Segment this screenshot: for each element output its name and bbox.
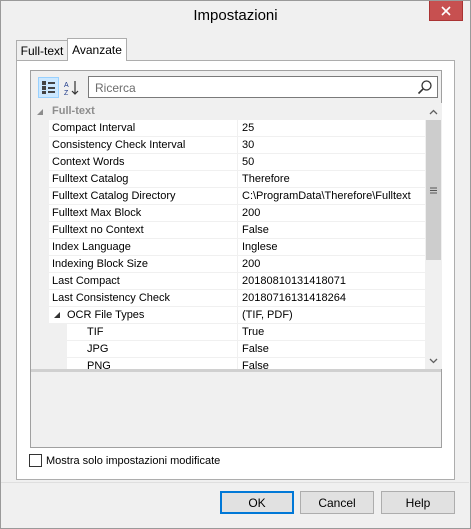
category-row-full-text[interactable]: Full-text [31, 103, 425, 120]
show-modified-only-option[interactable]: Mostra solo impostazioni modificate [29, 454, 220, 467]
property-name: TIF [67, 324, 238, 341]
footer-divider [1, 482, 469, 483]
property-value[interactable]: Inglese [238, 239, 425, 256]
help-button[interactable]: Help [381, 491, 455, 514]
property-value[interactable]: False [238, 341, 425, 358]
property-name: PNG [67, 358, 238, 369]
property-name: Context Words [49, 154, 238, 171]
property-name: Last Consistency Check [49, 290, 238, 307]
property-name: Fulltext Max Block [49, 205, 238, 222]
categorized-view-button[interactable] [38, 77, 59, 98]
categorized-view-icon [42, 81, 55, 94]
close-icon [441, 5, 451, 16]
table-row[interactable]: JPG False [31, 341, 425, 358]
table-row[interactable]: Compact Interval 25 [31, 120, 425, 137]
property-value[interactable]: 200 [238, 256, 425, 273]
cancel-button[interactable]: Cancel [300, 491, 374, 514]
show-modified-only-checkbox[interactable] [29, 454, 42, 467]
property-value[interactable]: C:\ProgramData\Therefore\Fulltext [238, 188, 425, 205]
search-input[interactable]: Ricerca [88, 76, 438, 98]
alphabetical-sort-icon: A Z [64, 80, 78, 96]
property-value[interactable]: False [238, 358, 425, 369]
property-value[interactable]: True [238, 324, 425, 341]
grip-icon [430, 187, 437, 193]
tab-avanzate[interactable]: Avanzate [67, 38, 127, 61]
vertical-scrollbar[interactable] [425, 103, 442, 369]
property-name: Consistency Check Interval [49, 137, 238, 154]
property-name: OCR File Types [49, 307, 238, 324]
show-modified-only-label[interactable]: Mostra solo impostazioni modificate [46, 455, 220, 467]
property-name: Last Compact [49, 273, 238, 290]
property-value[interactable]: 50 [238, 154, 425, 171]
category-value [238, 103, 425, 120]
search-placeholder: Ricerca [95, 81, 136, 95]
property-name: Fulltext Catalog Directory [49, 188, 238, 205]
table-row[interactable]: PNG False [31, 358, 425, 369]
property-value[interactable]: 200 [238, 205, 425, 222]
table-row[interactable]: Fulltext Catalog Directory C:\ProgramData… [31, 188, 425, 205]
alphabetical-sort-button[interactable]: A Z [61, 77, 82, 98]
table-row-ocr-file-types[interactable]: OCR File Types (TIF, PDF) [31, 307, 425, 324]
property-value[interactable]: 20180716131418264 [238, 290, 425, 307]
close-button[interactable] [429, 1, 463, 21]
table-row[interactable]: Consistency Check Interval 30 [31, 137, 425, 154]
table-row[interactable]: Last Consistency Check 20180716131418264 [31, 290, 425, 307]
property-rows: Full-text Compact Interval 25 Consistency… [31, 103, 425, 369]
property-name: Fulltext Catalog [49, 171, 238, 188]
category-gutter [31, 103, 49, 120]
property-grid-toolbar: A Z Ricerca [31, 71, 441, 103]
property-value[interactable]: False [238, 222, 425, 239]
table-row[interactable]: TIF True [31, 324, 425, 341]
title-bar: Impostazioni [1, 1, 470, 32]
scroll-thumb[interactable] [426, 120, 441, 260]
table-row[interactable]: Fulltext no Context False [31, 222, 425, 239]
search-icon[interactable] [417, 79, 433, 95]
table-row[interactable]: Fulltext Max Block 200 [31, 205, 425, 222]
table-row[interactable]: Last Compact 20180810131418071 [31, 273, 425, 290]
property-value[interactable]: Therefore [238, 171, 425, 188]
table-row[interactable]: Context Words 50 [31, 154, 425, 171]
property-name: Fulltext no Context [49, 222, 238, 239]
tab-full-text[interactable]: Full-text [16, 40, 68, 60]
table-row[interactable]: Fulltext Catalog Therefore [31, 171, 425, 188]
property-grid: A Z Ricerca Full-text Compact Interval 25… [30, 70, 442, 448]
description-panel [31, 369, 441, 447]
property-value[interactable]: 30 [238, 137, 425, 154]
category-label: Full-text [52, 105, 95, 117]
chevron-up-icon [429, 109, 438, 114]
ok-button[interactable]: OK [220, 491, 294, 514]
collapse-icon[interactable] [53, 311, 61, 319]
property-name: Indexing Block Size [49, 256, 238, 273]
chevron-down-icon [429, 358, 438, 363]
property-name: Compact Interval [49, 120, 238, 137]
scroll-up-button[interactable] [425, 103, 442, 120]
table-row[interactable]: Index Language Inglese [31, 239, 425, 256]
property-name: Index Language [49, 239, 238, 256]
property-value[interactable]: 25 [238, 120, 425, 137]
svg-text:Z: Z [64, 90, 69, 96]
property-value[interactable]: (TIF, PDF) [238, 307, 425, 324]
window-title: Impostazioni [193, 7, 278, 24]
svg-text:A: A [64, 82, 69, 89]
collapse-icon[interactable] [36, 108, 44, 116]
scroll-down-button[interactable] [425, 352, 442, 369]
table-row[interactable]: Indexing Block Size 200 [31, 256, 425, 273]
property-value[interactable]: 20180810131418071 [238, 273, 425, 290]
property-name: JPG [67, 341, 238, 358]
